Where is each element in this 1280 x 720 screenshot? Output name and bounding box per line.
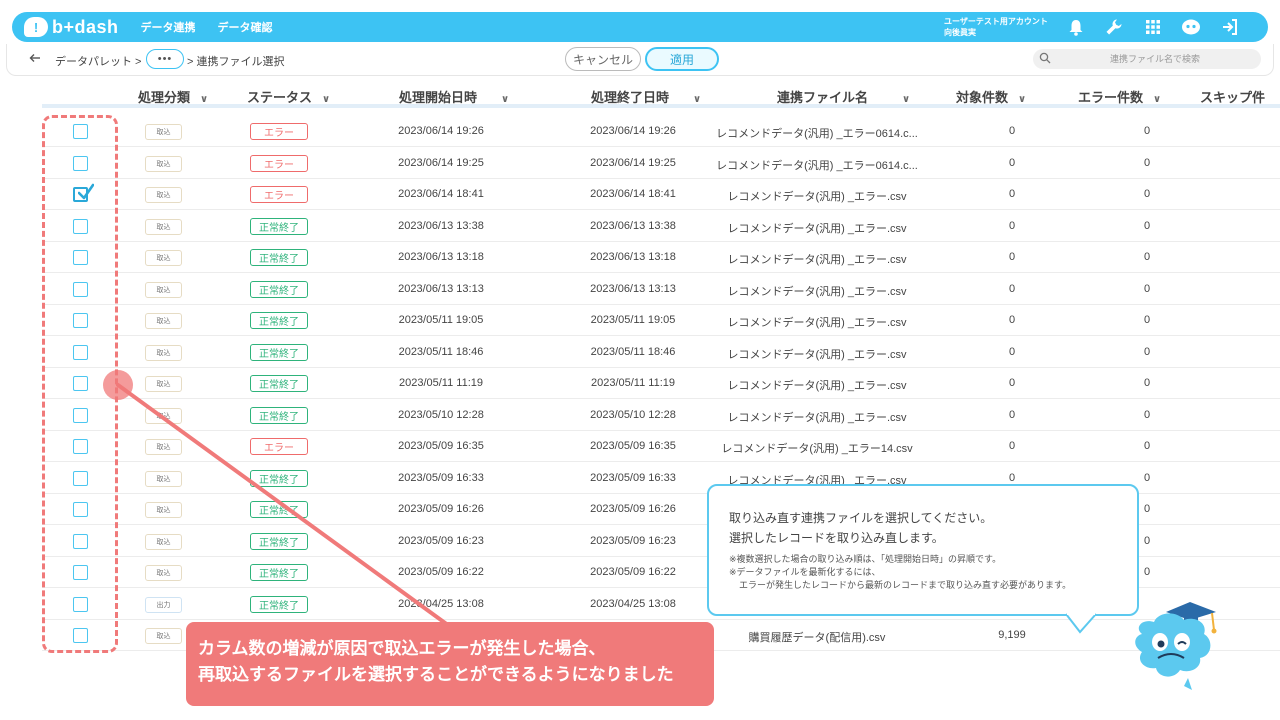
bubble-main-line-1: 取り込み直す連携ファイルを選択してください。	[729, 511, 993, 525]
bubble-main-line-2: 選択したレコードを取り込み直します。	[729, 531, 944, 545]
bubble-note-line-1: ※複数選択した場合の取り込み順は、「処理開始日時」の昇順です。	[729, 554, 1002, 564]
screen: ! b+dash データ連携 データ確認 ユーザーテスト用アカウント 向後眞実 …	[0, 0, 1280, 720]
annotation-line-2: 再取込するファイルを選択することができるようになりました	[198, 665, 674, 684]
bubble-main-text: 取り込み直す連携ファイルを選択してください。 選択したレコードを取り込み直します…	[729, 508, 1137, 548]
annotation-box: カラム数の増減が原因で取込エラーが発生した場合、 再取込するファイルを選択するこ…	[186, 622, 714, 706]
mascot-icon	[1135, 602, 1217, 690]
bubble-note-line-2: ※データファイルを最新化するには、	[729, 567, 881, 577]
bubble-note-line-3: エラーが発生したレコードから最新のレコードまで取り込み直す必要があります。	[739, 580, 1072, 590]
bubble-tail	[1065, 612, 1097, 634]
annotation-line-1: カラム数の増減が原因で取込エラーが発生した場合、	[198, 639, 606, 658]
bubble-note: ※複数選択した場合の取り込み順は、「処理開始日時」の昇順です。 ※データファイル…	[729, 553, 1137, 592]
help-bubble: 取り込み直す連携ファイルを選択してください。 選択したレコードを取り込み直します…	[707, 484, 1139, 616]
